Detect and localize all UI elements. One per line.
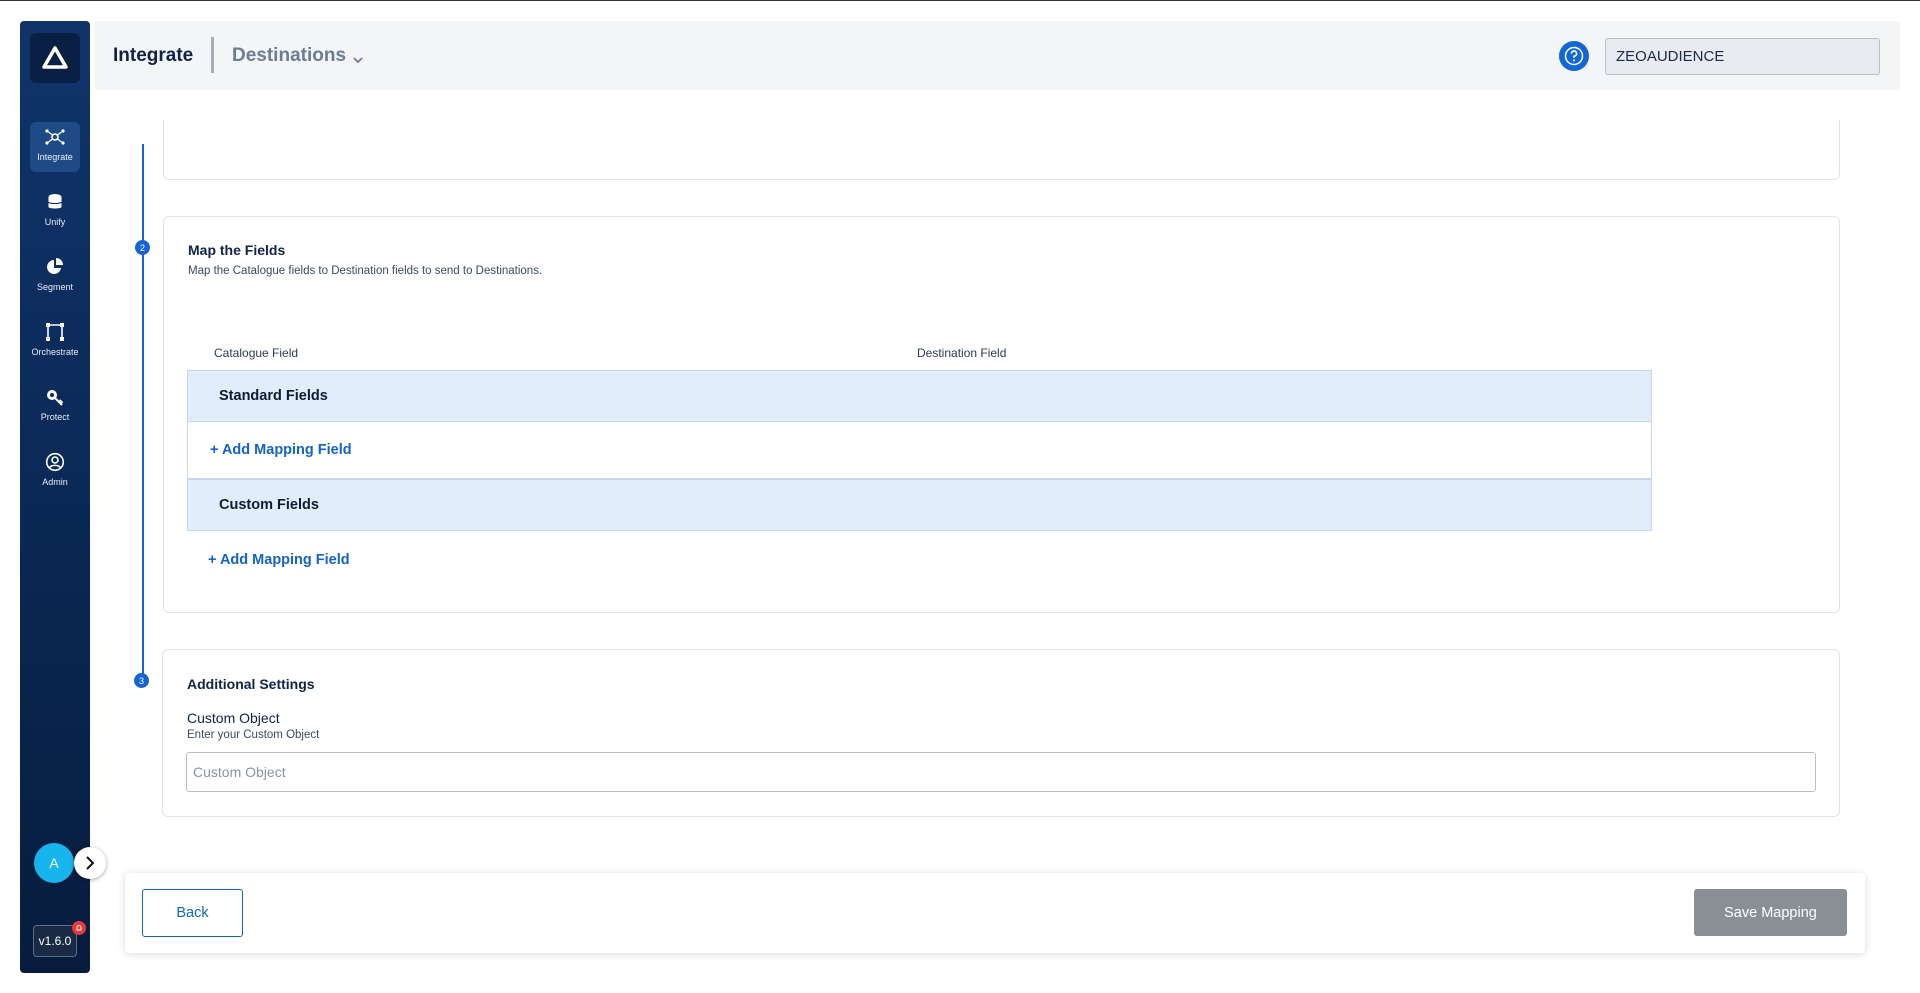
- sidebar-item-protect[interactable]: Protect: [30, 382, 80, 432]
- sidebar-item-label: Unify: [44, 217, 66, 227]
- custom-object-label: Custom Object: [187, 710, 280, 726]
- notification-bell-icon[interactable]: [72, 921, 86, 935]
- group-label: Custom Fields: [219, 497, 319, 513]
- organization-field[interactable]: ZEOAUDIENCE: [1605, 38, 1880, 75]
- save-mapping-button[interactable]: Save Mapping: [1694, 889, 1847, 936]
- shield-key-icon: [44, 386, 66, 408]
- custom-fields-group: Custom Fields: [187, 479, 1652, 531]
- workflow-icon: [44, 321, 66, 343]
- sidebar-item-admin[interactable]: Admin: [30, 447, 80, 497]
- question-icon: [1564, 46, 1584, 66]
- catalogue-field-header: Catalogue Field: [214, 346, 299, 360]
- map-fields-description: Map the Catalogue fields to Destination …: [188, 265, 543, 277]
- custom-object-hint: Enter your Custom Object: [187, 729, 320, 741]
- top-header: Integrate Destinations ZEOAUDIENCE: [94, 21, 1900, 90]
- chevron-down-icon[interactable]: [352, 51, 364, 69]
- sidebar-item-orchestrate[interactable]: Orchestrate: [30, 317, 80, 367]
- help-button[interactable]: [1559, 41, 1589, 71]
- step-3-marker: 3: [134, 673, 149, 688]
- previous-step-card: [163, 120, 1840, 180]
- sidebar-item-label: Protect: [40, 412, 70, 422]
- step-2-marker: 2: [135, 240, 150, 255]
- sidebar-item-segment[interactable]: Segment: [30, 252, 80, 302]
- steps-timeline: [142, 144, 144, 680]
- pie-chart-icon: [44, 256, 66, 278]
- header-divider: [211, 37, 214, 73]
- add-custom-mapping-button[interactable]: + Add Mapping Field: [208, 552, 350, 568]
- page-title: Integrate: [113, 45, 194, 66]
- section-dropdown-label[interactable]: Destinations: [232, 45, 346, 67]
- sidebar-item-unify[interactable]: Unify: [30, 187, 80, 237]
- custom-add-row: + Add Mapping Field: [187, 531, 1652, 588]
- sidebar: Integrate Unify Segment Orchestrate Prot…: [20, 21, 106, 973]
- map-fields-title: Map the Fields: [188, 242, 286, 258]
- group-label: Standard Fields: [219, 388, 328, 404]
- footer-action-bar: Back Save Mapping: [125, 873, 1865, 953]
- sidebar-item-label: Segment: [36, 282, 74, 292]
- back-button[interactable]: Back: [142, 889, 243, 937]
- user-circle-icon: [44, 451, 66, 473]
- database-icon: [44, 191, 66, 213]
- integrate-icon: [44, 126, 66, 148]
- custom-object-input[interactable]: [186, 752, 1816, 792]
- add-standard-mapping-button[interactable]: + Add Mapping Field: [210, 442, 352, 458]
- sidebar-item-label: Admin: [42, 477, 68, 487]
- sidebar-item-integrate[interactable]: Integrate: [30, 122, 80, 172]
- app-logo[interactable]: [30, 33, 80, 83]
- chevron-right-icon: [86, 856, 95, 870]
- triangle-logo-icon: [42, 46, 68, 69]
- expand-sidebar-button[interactable]: [74, 847, 106, 879]
- window-top-border: [0, 0, 1920, 1]
- standard-add-row: + Add Mapping Field: [187, 422, 1652, 479]
- avatar[interactable]: A: [34, 843, 74, 883]
- additional-settings-title: Additional Settings: [187, 676, 315, 692]
- standard-fields-group: Standard Fields: [187, 370, 1652, 422]
- sidebar-item-label: Integrate: [37, 152, 73, 162]
- sidebar-item-label: Orchestrate: [31, 347, 79, 357]
- destination-field-header: Destination Field: [917, 346, 1007, 360]
- version-badge[interactable]: v1.6.0: [33, 925, 77, 957]
